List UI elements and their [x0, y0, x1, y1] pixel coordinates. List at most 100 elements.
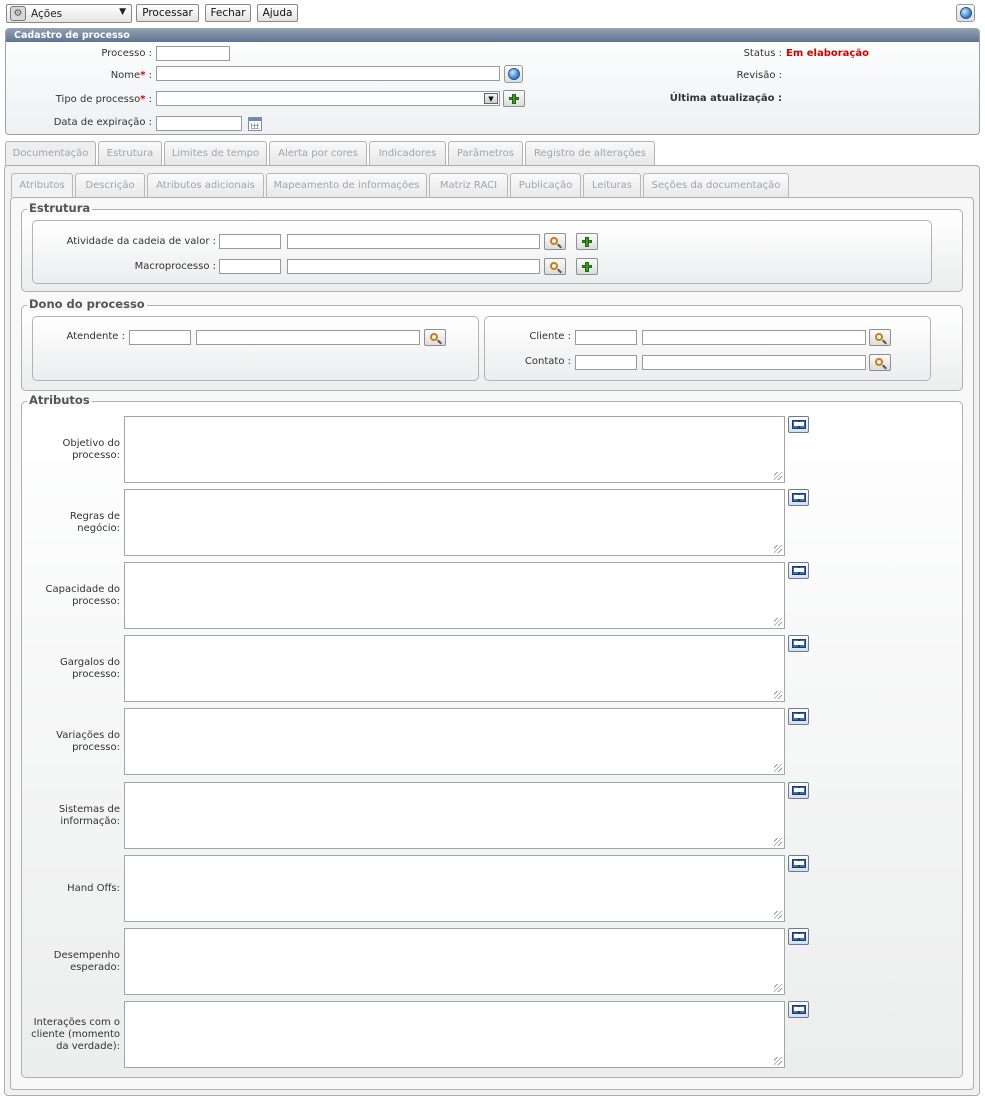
atributo-textarea-capacidade[interactable]	[124, 562, 785, 629]
macroprocesso-search-button[interactable]	[544, 258, 566, 275]
atributo-textarea-sistemas[interactable]	[124, 782, 785, 849]
atributo-textarea-regras[interactable]	[124, 489, 785, 556]
atributo-label-line: negócio:	[77, 523, 120, 534]
contato-code-input[interactable]	[575, 355, 637, 370]
atributo-book-button-capacidade[interactable]	[788, 562, 809, 579]
atributo-book-button-variacoes[interactable]	[788, 708, 809, 725]
tab-limites-de-tempo[interactable]: Limites de tempo	[164, 141, 267, 166]
subtab-mapeamento-de-informacoes[interactable]: Mapeamento de informações	[266, 173, 427, 197]
resize-grip-icon[interactable]	[774, 764, 782, 772]
atributo-label-capacidade: Capacidade do processo:	[24, 584, 120, 608]
macroprocesso-code-input[interactable]	[219, 259, 281, 274]
atributo-label-line: Regras de	[69, 511, 120, 522]
cliente-box	[484, 316, 931, 381]
resize-grip-icon[interactable]	[774, 984, 782, 992]
help-button[interactable]: Ajuda	[257, 4, 298, 22]
status-label: Status :	[743, 48, 782, 59]
atributo-label-line: cliente (momento	[31, 1029, 120, 1040]
close-button[interactable]: Fechar	[205, 4, 251, 22]
subtab-leituras[interactable]: Leituras	[583, 173, 641, 197]
resize-grip-icon[interactable]	[774, 691, 782, 699]
atividade-add-button[interactable]	[576, 233, 598, 250]
actions-dropdown[interactable]: ⚙ Ações ▼	[6, 4, 132, 23]
atividade-search-button[interactable]	[544, 233, 566, 250]
atributo-label-line: Objetivo do	[62, 438, 120, 449]
atributo-book-button-gargalos[interactable]	[788, 635, 809, 652]
resize-grip-icon[interactable]	[774, 911, 782, 919]
atributo-book-button-hand-offs[interactable]	[788, 855, 809, 872]
panel-title: Cadastro de processo	[6, 29, 979, 42]
add-tipo-button[interactable]	[503, 90, 525, 107]
atributo-label-line: processo:	[72, 742, 120, 753]
atributo-textarea-interacoes[interactable]	[124, 1001, 785, 1068]
subtab-secoes-da-documentacao[interactable]: Seções da documentação	[643, 173, 789, 197]
subtab-matriz-raci[interactable]: Matriz RACI	[429, 173, 508, 197]
cliente-search-button[interactable]	[869, 329, 891, 346]
atendente-name-input[interactable]	[196, 330, 420, 345]
atributo-textarea-desempenho[interactable]	[124, 928, 785, 995]
nome-label: Nome* :	[66, 70, 152, 81]
tab-estrutura[interactable]: Estrutura	[98, 141, 162, 166]
globe-icon-button[interactable]	[956, 4, 975, 22]
nome-label-text: Nome	[110, 70, 141, 81]
cliente-label: Cliente :	[529, 331, 571, 342]
atributo-book-button-regras[interactable]	[788, 489, 809, 506]
estrutura-legend: Estrutura	[27, 201, 93, 215]
atributo-textarea-objetivo[interactable]	[124, 416, 785, 483]
atributo-book-button-objetivo[interactable]	[788, 416, 809, 433]
colon: :	[148, 70, 152, 81]
actions-icon: ⚙	[10, 6, 26, 21]
macroprocesso-name-input[interactable]	[287, 259, 540, 274]
dono-legend: Dono do processo	[27, 297, 147, 311]
processo-input[interactable]	[156, 46, 230, 61]
atendente-box	[32, 316, 479, 381]
atributo-label-hand-offs: Hand Offs:	[24, 883, 120, 895]
tab-indicadores[interactable]: Indicadores	[369, 141, 446, 166]
atributo-label-line: Hand Offs:	[67, 883, 120, 894]
atributo-textarea-variacoes[interactable]	[124, 708, 785, 775]
atributo-book-button-desempenho[interactable]	[788, 928, 809, 945]
atributo-label-objetivo: Objetivo do processo:	[24, 438, 120, 462]
macroprocesso-add-button[interactable]	[576, 258, 598, 275]
nome-globe-button[interactable]	[504, 65, 523, 83]
resize-grip-icon[interactable]	[774, 1057, 782, 1065]
resize-grip-icon[interactable]	[774, 618, 782, 626]
chevron-down-icon: ▼	[484, 93, 498, 104]
calendar-icon[interactable]	[248, 117, 262, 131]
atributo-textarea-hand-offs[interactable]	[124, 855, 785, 922]
cliente-name-input[interactable]	[642, 330, 866, 345]
tipo-select[interactable]: ▼	[156, 91, 500, 106]
resize-grip-icon[interactable]	[774, 472, 782, 480]
cliente-code-input[interactable]	[575, 330, 637, 345]
atributo-label-line: informação:	[60, 816, 120, 827]
atributo-book-button-interacoes[interactable]	[788, 1001, 809, 1018]
macroprocesso-label: Macroprocesso :	[134, 261, 216, 272]
atendente-code-input[interactable]	[129, 330, 191, 345]
resize-grip-icon[interactable]	[774, 838, 782, 846]
contato-name-input[interactable]	[642, 355, 866, 370]
atributo-label-interacoes: Interações com o cliente (momento da verda…	[24, 1017, 120, 1053]
subtab-atributos-adicionais[interactable]: Atributos adicionais	[147, 173, 264, 197]
atividade-code-input[interactable]	[219, 234, 281, 249]
contato-search-button[interactable]	[869, 354, 891, 371]
tab-parametros[interactable]: Parâmetros	[448, 141, 523, 166]
tab-registro-de-alteracoes[interactable]: Registro de alterações	[525, 141, 655, 166]
subtab-publicacao[interactable]: Publicação	[510, 173, 581, 197]
atributos-legend: Atributos	[27, 393, 92, 407]
tipo-label: Tipo de processo* :	[26, 94, 152, 105]
atributo-label-line: Gargalos do	[59, 657, 120, 668]
atividade-name-input[interactable]	[287, 234, 540, 249]
tab-alerta-por-cores[interactable]: Alerta por cores	[269, 141, 367, 166]
atendente-search-button[interactable]	[424, 329, 446, 346]
process-button[interactable]: Processar	[136, 4, 199, 22]
subtab-descricao[interactable]: Descrição	[75, 173, 145, 197]
tab-documentacao[interactable]: Documentação	[5, 141, 96, 166]
atributo-book-button-sistemas[interactable]	[788, 782, 809, 799]
nome-input[interactable]	[156, 66, 500, 81]
resize-grip-icon[interactable]	[774, 545, 782, 553]
atributo-textarea-gargalos[interactable]	[124, 635, 785, 702]
data-expiracao-input[interactable]	[156, 116, 242, 131]
chevron-down-icon: ▼	[119, 7, 126, 17]
subtab-atributos[interactable]: Atributos	[11, 173, 73, 197]
ultima-atualizacao-label: Última atualização :	[669, 93, 782, 104]
